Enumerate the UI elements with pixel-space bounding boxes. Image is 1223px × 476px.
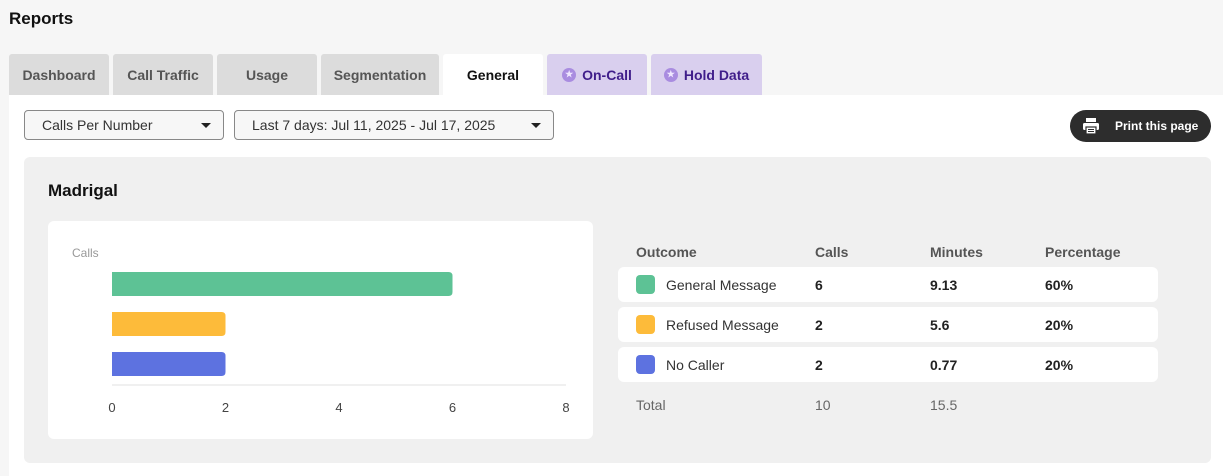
header-percentage: Percentage: [1045, 244, 1121, 260]
tab-call-traffic[interactable]: Call Traffic: [113, 54, 213, 95]
x-tick-label: 4: [335, 400, 342, 415]
outcome-cell: General Message: [666, 277, 777, 293]
bar-general-message: [112, 272, 453, 296]
total-minutes: 15.5: [930, 397, 958, 413]
star-icon: ★: [663, 67, 678, 82]
color-swatch: [636, 355, 655, 374]
header-minutes: Minutes: [930, 244, 983, 260]
minutes-cell: 9.13: [930, 277, 958, 293]
date-range-select[interactable]: Last 7 days: Jul 11, 2025 - Jul 17, 2025: [234, 110, 554, 140]
bar-refused-message: [112, 312, 226, 336]
star-icon: ★: [562, 67, 577, 82]
printer-icon: [1083, 118, 1099, 135]
percentage-cell: 20%: [1045, 317, 1074, 333]
percentage-cell: 60%: [1045, 277, 1074, 293]
outcome-cell: Refused Message: [666, 317, 779, 333]
tab-hold-data[interactable]: ★ Hold Data: [651, 54, 762, 95]
report-content: Calls Per Number Last 7 days: Jul 11, 20…: [9, 95, 1223, 476]
x-tick-label: 2: [222, 400, 229, 415]
color-swatch: [636, 275, 655, 294]
calls-cell: 2: [815, 317, 823, 333]
tab-segmentation[interactable]: Segmentation: [321, 54, 439, 95]
calls-bar-chart: Calls 0 2 4 6 8: [72, 246, 570, 415]
header-calls: Calls: [815, 244, 849, 260]
x-tick-label: 6: [449, 400, 456, 415]
tab-on-call[interactable]: ★ On-Call: [547, 54, 647, 95]
outcome-cell: No Caller: [666, 357, 725, 373]
calls-cell: 6: [815, 277, 823, 293]
minutes-cell: 0.77: [930, 357, 958, 373]
total-label: Total: [636, 397, 666, 413]
total-calls: 10: [815, 397, 831, 413]
header-outcome: Outcome: [636, 244, 697, 260]
y-axis-label: Calls: [72, 246, 99, 260]
tab-dashboard[interactable]: Dashboard: [9, 54, 109, 95]
x-tick-label: 0: [108, 400, 115, 415]
table-row: General Message 6 9.13 60%: [618, 267, 1158, 302]
outcome-table: Outcome Calls Minutes Percentage General…: [618, 237, 1158, 422]
report-title: Madrigal: [48, 181, 118, 200]
tab-general[interactable]: General: [443, 54, 543, 95]
chevron-down-icon: [201, 123, 211, 128]
x-tick-label: 8: [562, 400, 569, 415]
color-swatch: [636, 315, 655, 334]
report-type-select[interactable]: Calls Per Number: [24, 110, 224, 140]
page-title: Reports: [9, 9, 74, 28]
minutes-cell: 5.6: [930, 317, 950, 333]
tab-usage[interactable]: Usage: [217, 54, 317, 95]
percentage-cell: 20%: [1045, 357, 1074, 373]
report-card: Madrigal Calls 0 2 4 6 8 Outcome Calls Minute…: [24, 157, 1211, 463]
chevron-down-icon: [531, 123, 541, 128]
table-row: Refused Message 2 5.6 20%: [618, 307, 1158, 342]
table-header: Outcome Calls Minutes Percentage: [618, 237, 1158, 267]
bar-no-caller: [112, 352, 226, 376]
calls-cell: 2: [815, 357, 823, 373]
print-button[interactable]: Print this page: [1070, 110, 1211, 142]
total-row: Total 10 15.5: [618, 387, 1158, 422]
table-row: No Caller 2 0.77 20%: [618, 347, 1158, 382]
chart-container: Calls 0 2 4 6 8: [48, 221, 593, 439]
report-tabs: Dashboard Call Traffic Usage Segmentatio…: [9, 54, 762, 95]
